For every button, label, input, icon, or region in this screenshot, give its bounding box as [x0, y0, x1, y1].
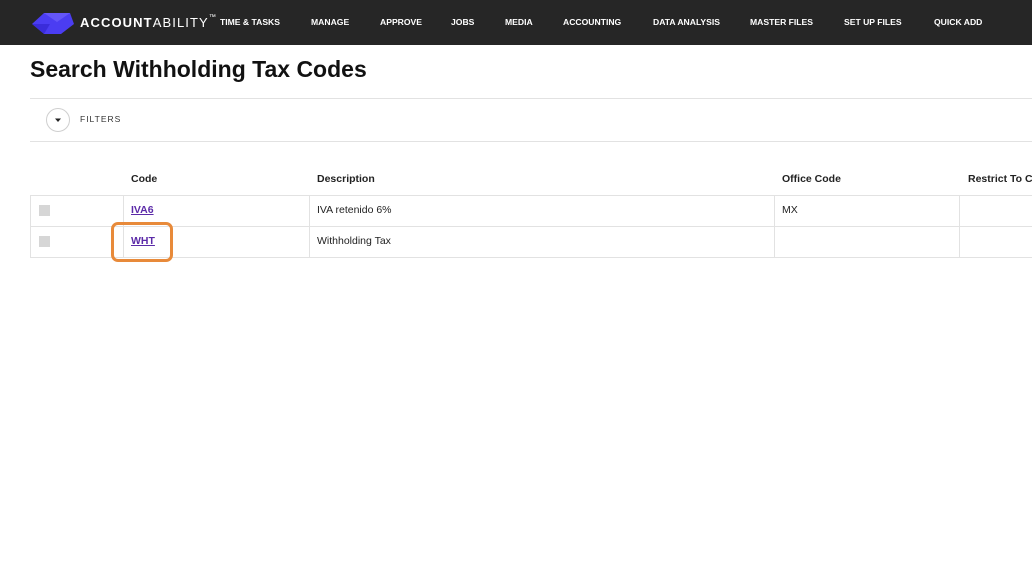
highlight-annotation: [111, 222, 173, 262]
table-column-border: [774, 195, 775, 258]
divider-top: [30, 98, 1032, 99]
nav-manage[interactable]: MANAGE: [311, 0, 349, 45]
filters-toggle-button[interactable]: [46, 108, 70, 132]
filters-label[interactable]: FILTERS: [80, 114, 121, 124]
table-column-border: [309, 195, 310, 258]
description-cell: Withholding Tax: [317, 235, 391, 247]
table-row-border: [30, 257, 1032, 258]
top-navigation-bar: ACCOUNTABILITY™ TIME & TASKS MANAGE APPR…: [0, 0, 1032, 45]
brand-logo[interactable]: ACCOUNTABILITY™: [30, 0, 216, 45]
nav-jobs[interactable]: JOBS: [451, 0, 474, 45]
code-link-iva6[interactable]: IVA6: [131, 204, 154, 216]
nav-approve[interactable]: APPROVE: [380, 0, 422, 45]
row-select-checkbox[interactable]: [39, 236, 50, 247]
nav-master-files[interactable]: MASTER FILES: [750, 0, 813, 45]
nav-set-up-files[interactable]: SET UP FILES: [844, 0, 902, 45]
brand-trademark: ™: [208, 14, 216, 21]
table-column-border: [959, 195, 960, 258]
column-header-code[interactable]: Code: [131, 173, 157, 185]
accountability-logo-icon: [32, 12, 74, 34]
nav-data-analysis[interactable]: DATA ANALYSIS: [653, 0, 720, 45]
description-cell: IVA retenido 6%: [317, 204, 392, 216]
nav-time-tasks[interactable]: TIME & TASKS: [220, 0, 280, 45]
table-row-border: [30, 226, 1032, 227]
table-header-border: [30, 195, 1032, 196]
column-header-office-code[interactable]: Office Code: [782, 173, 841, 185]
nav-quick-add[interactable]: QUICK ADD: [934, 0, 982, 45]
divider-bottom: [30, 141, 1032, 142]
brand-name-light: ABILITY: [152, 15, 209, 30]
brand-name: ACCOUNTABILITY™: [80, 14, 216, 30]
nav-media[interactable]: MEDIA: [505, 0, 533, 45]
caret-down-icon: [55, 118, 61, 122]
page-title: Search Withholding Tax Codes: [30, 56, 367, 82]
column-header-restrict-to[interactable]: Restrict To C: [968, 173, 1032, 185]
table-column-border: [30, 195, 31, 258]
row-select-checkbox[interactable]: [39, 205, 50, 216]
column-header-description[interactable]: Description: [317, 173, 375, 185]
nav-accounting[interactable]: ACCOUNTING: [563, 0, 621, 45]
brand-name-bold: ACCOUNT: [80, 15, 153, 30]
office-code-cell: MX: [782, 204, 798, 216]
